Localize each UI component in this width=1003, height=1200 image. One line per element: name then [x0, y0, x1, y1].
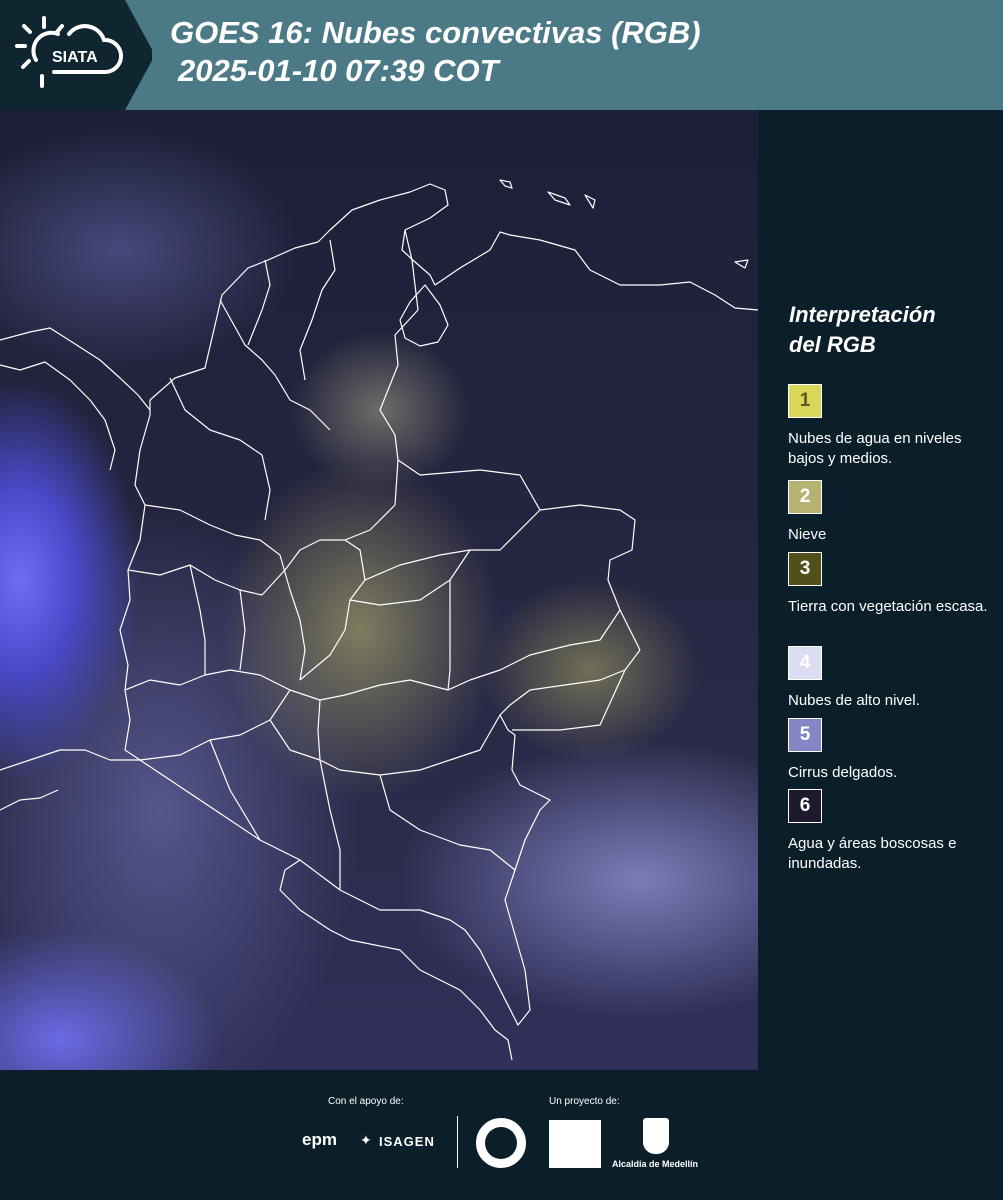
- legend-label: Nubes de agua en niveles bajos y medios.: [788, 430, 962, 467]
- sun-cloud-icon: SIATA: [15, 16, 123, 88]
- dept-boundary: [269, 719, 321, 761]
- legend-swatch: 6: [788, 789, 822, 823]
- legend-swatch: 5: [788, 718, 822, 752]
- peru-border: [279, 859, 513, 1061]
- legend-swatch: 2: [788, 480, 822, 514]
- venezuela-coastline: [434, 231, 758, 311]
- legend-label: Agua y áreas boscosas e inundadas.: [788, 835, 957, 872]
- dept-boundary: [239, 589, 246, 671]
- panama-south-coast: [0, 361, 116, 471]
- legend-item-1: 1 Nubes de agua en niveles bajos y medio…: [788, 384, 993, 469]
- dept-boundary: [299, 239, 336, 381]
- dept-boundary: [319, 759, 341, 890]
- legend-swatch: 4: [788, 646, 822, 680]
- colombia-venezuela-border: [379, 229, 641, 651]
- legend-item-6: 6 Agua y áreas boscosas e inundadas.: [788, 789, 993, 874]
- alcaldia-logo-text: Alcaldía de Medellín: [612, 1159, 699, 1169]
- dept-boundary: [189, 564, 206, 675]
- legend-label: Nieve: [788, 526, 827, 543]
- legend-title: Interpretación del RGB: [789, 300, 989, 360]
- legend-label: Cirrus delgados.: [788, 764, 898, 781]
- alcaldia-shield-icon: [643, 1118, 669, 1154]
- legend-item-4: 4 Nubes de alto nivel.: [788, 646, 993, 711]
- dept-boundary: [364, 509, 541, 581]
- curacao-island: [547, 191, 571, 206]
- colombia-southern-border: [139, 649, 641, 1026]
- bonaire-island: [584, 194, 596, 209]
- area-metropolitana-logo: [549, 1120, 601, 1168]
- dept-boundary: [219, 299, 331, 431]
- lake-maracaibo: [399, 284, 449, 347]
- legend-label: Nubes de alto nivel.: [788, 692, 920, 709]
- project-label: Un proyecto de:: [549, 1096, 620, 1107]
- dept-boundary: [144, 504, 281, 556]
- dept-boundary: [299, 539, 366, 681]
- dept-boundary: [379, 774, 516, 871]
- dept-boundary: [139, 689, 291, 761]
- dept-boundary: [349, 549, 471, 606]
- legend-item-3: 3 Tierra con vegetación escasa.: [788, 552, 993, 617]
- dept-boundary: [447, 580, 451, 691]
- title-line-1: GOES 16: Nubes convectivas (RGB): [170, 15, 701, 50]
- aruba-island: [499, 179, 513, 189]
- isagen-logo: ISAGEN: [379, 1134, 435, 1149]
- title-line-2: 2025-01-10 07:39 COT: [178, 53, 499, 88]
- footer: Con el apoyo de: Un proyecto de: epm ✦ I…: [0, 1070, 1003, 1200]
- legend-label: Tierra con vegetación escasa.: [788, 598, 988, 615]
- dept-boundary: [279, 554, 306, 681]
- dept-boundary: [512, 669, 626, 731]
- medellin-seal-icon: [476, 1118, 526, 1168]
- page-title: GOES 16: Nubes convectivas (RGB) 2025-01-…: [170, 14, 701, 90]
- dept-boundary: [127, 564, 263, 596]
- isagen-star-icon: ✦: [360, 1132, 372, 1148]
- dept-boundary: [209, 739, 261, 841]
- svg-text:SIATA: SIATA: [52, 49, 98, 66]
- dept-boundary: [124, 669, 291, 691]
- legend-swatch: 1: [788, 384, 822, 418]
- legend-item-2: 2 Nieve: [788, 480, 993, 545]
- boundaries-overlay: [0, 179, 758, 1061]
- legend-swatch: 3: [788, 552, 822, 586]
- legend-title-line-1: Interpretación: [789, 302, 936, 327]
- margarita-island: [734, 259, 749, 269]
- siata-logo: SIATA: [0, 0, 152, 110]
- legend-title-line-2: del RGB: [789, 332, 876, 357]
- legend-item-5: 5 Cirrus delgados.: [788, 718, 993, 783]
- support-label: Con el apoyo de:: [328, 1096, 404, 1107]
- header-bar: SIATA GOES 16: Nubes convectivas (RGB) 20…: [0, 0, 1003, 110]
- dept-boundary: [289, 609, 621, 701]
- dept-boundary: [247, 259, 271, 346]
- footer-divider: [457, 1116, 458, 1168]
- epm-logo: epm: [302, 1130, 337, 1149]
- satellite-map: [0, 110, 758, 1070]
- dept-boundary: [317, 699, 501, 776]
- ecuador-border: [0, 749, 140, 771]
- dept-boundary: [169, 377, 271, 521]
- caribbean-coastline: [149, 183, 449, 401]
- pacific-coastline: [119, 400, 151, 761]
- ecuador-coast: [0, 789, 59, 811]
